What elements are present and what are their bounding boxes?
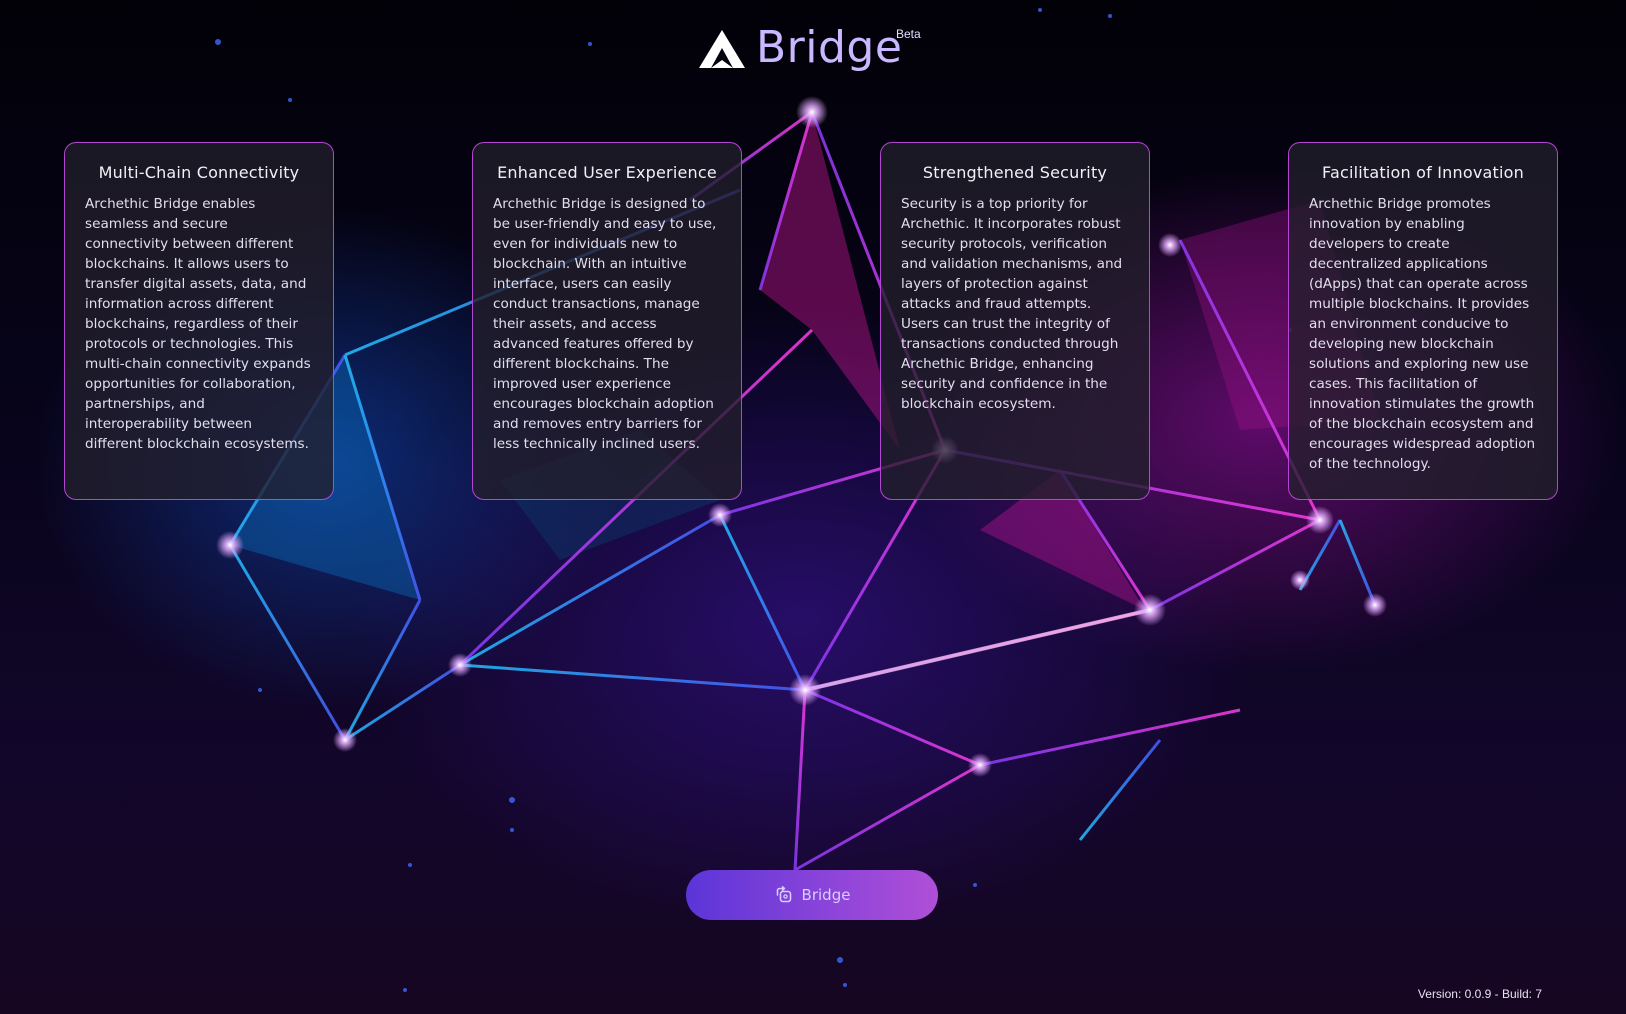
- bridge-button-label: Bridge: [801, 886, 851, 904]
- feature-card-title: Strengthened Security: [922, 163, 1108, 182]
- feature-card-body: Archethic Bridge promotes innovation by …: [1309, 196, 1536, 472]
- version-info: Version: 0.0.9 - Build: 7: [1417, 987, 1542, 1001]
- feature-card-multi-chain: Multi-Chain Connectivity Archethic Bridg…: [64, 142, 334, 500]
- app-header: Bridge Beta: [0, 22, 1626, 82]
- feature-card-security: Strengthened Security Security is a top …: [880, 142, 1150, 500]
- archethic-triangle-logo-icon: [699, 30, 745, 68]
- feature-card-title: Multi-Chain Connectivity: [98, 163, 300, 182]
- bridge-landing-page: Bridge Beta Multi-Chain Connectivity Arc…: [0, 0, 1626, 1014]
- beta-badge: Beta: [896, 27, 921, 41]
- feature-card-body: Archethic Bridge is designed to be user-…: [493, 196, 717, 452]
- app-title: Bridge: [756, 22, 903, 73]
- bridge-button[interactable]: Bridge: [686, 870, 938, 920]
- feature-card-innovation: Facilitation of Innovation Archethic Bri…: [1288, 142, 1558, 500]
- feature-card-body: Archethic Bridge enables seamless and se…: [85, 196, 311, 452]
- feature-card-body: Security is a top priority for Archethic…: [901, 196, 1123, 412]
- feature-card-title: Enhanced User Experience: [497, 163, 717, 182]
- feature-card-title: Facilitation of Innovation: [1322, 163, 1524, 182]
- feature-card-user-experience: Enhanced User Experience Archethic Bridg…: [472, 142, 742, 500]
- swap-chains-icon: [776, 886, 791, 903]
